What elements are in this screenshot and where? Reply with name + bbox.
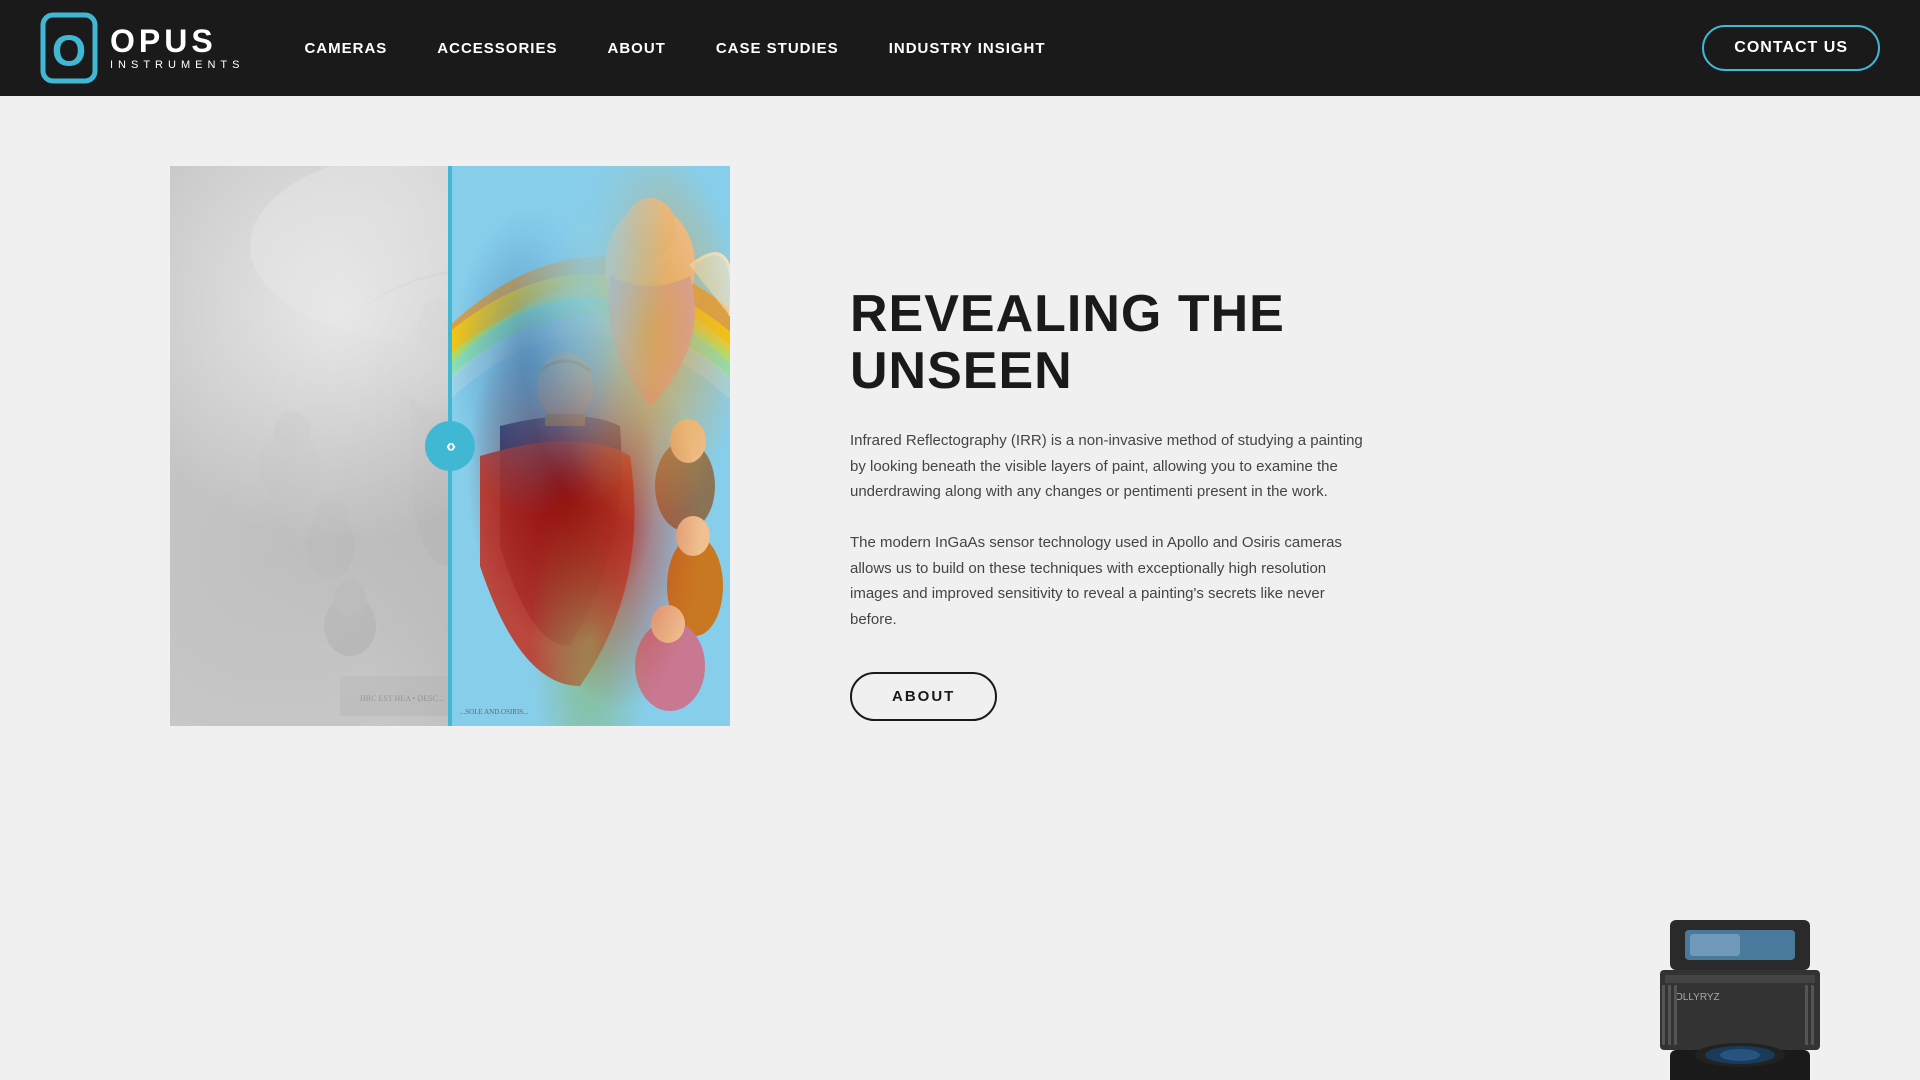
color-image: ...SOLE AND.OSIRIS... — [450, 166, 730, 726]
section-title: REVEALING THE UNSEEN — [850, 286, 1370, 400]
logo-subtitle: INSTRUMENTS — [110, 60, 244, 71]
nav-about[interactable]: ABOUT — [608, 40, 666, 57]
section-description: Infrared Reflectography (IRR) is a non-i… — [850, 428, 1370, 632]
svg-text:HRC EST HEA • DESC...: HRC EST HEA • DESC... — [360, 694, 444, 703]
nav-cameras[interactable]: CAMERAS — [304, 40, 387, 57]
main-content: HRC EST HEA • DESC... — [0, 96, 1920, 1080]
nav-case-studies[interactable]: CASE STUDIES — [716, 40, 839, 57]
description-paragraph-1: Infrared Reflectography (IRR) is a non-i… — [850, 428, 1370, 505]
drag-arrows: ‹› — [446, 436, 454, 457]
opus-logo-icon: O — [40, 12, 98, 84]
nav-industry-insight[interactable]: INDUSTRY INSIGHT — [889, 40, 1046, 57]
logo-text: OPUS INSTRUMENTS — [110, 25, 244, 71]
painting-color-svg: ...SOLE AND.OSIRIS... — [450, 166, 730, 726]
comparison-drag-handle[interactable]: ‹› — [425, 421, 475, 471]
main-nav: CAMERAS ACCESSORIES ABOUT CASE STUDIES I… — [304, 40, 1045, 57]
logo-title: OPUS — [110, 25, 244, 57]
image-comparison-widget[interactable]: HRC EST HEA • DESC... — [170, 166, 730, 726]
right-content: REVEALING THE UNSEEN Infrared Reflectogr… — [850, 166, 1370, 721]
svg-text:O: O — [52, 26, 86, 75]
lens-svg: OLLYRYZ — [1640, 880, 1840, 1080]
about-button[interactable]: ABOUT — [850, 672, 997, 721]
nav-accessories[interactable]: ACCESSORIES — [437, 40, 557, 57]
contact-button[interactable]: CONTACT US — [1702, 25, 1880, 71]
site-header: O OPUS INSTRUMENTS CAMERAS ACCESSORIES A… — [0, 0, 1920, 96]
svg-text:...SOLE AND.OSIRIS...: ...SOLE AND.OSIRIS... — [460, 708, 529, 716]
description-paragraph-2: The modern InGaAs sensor technology used… — [850, 530, 1370, 632]
logo[interactable]: O OPUS INSTRUMENTS — [40, 12, 244, 84]
camera-lens-decoration: OLLYRYZ — [1640, 880, 1840, 1080]
svg-text:OLLYRYZ: OLLYRYZ — [1675, 992, 1720, 1003]
header-left: O OPUS INSTRUMENTS CAMERAS ACCESSORIES A… — [40, 12, 1046, 84]
